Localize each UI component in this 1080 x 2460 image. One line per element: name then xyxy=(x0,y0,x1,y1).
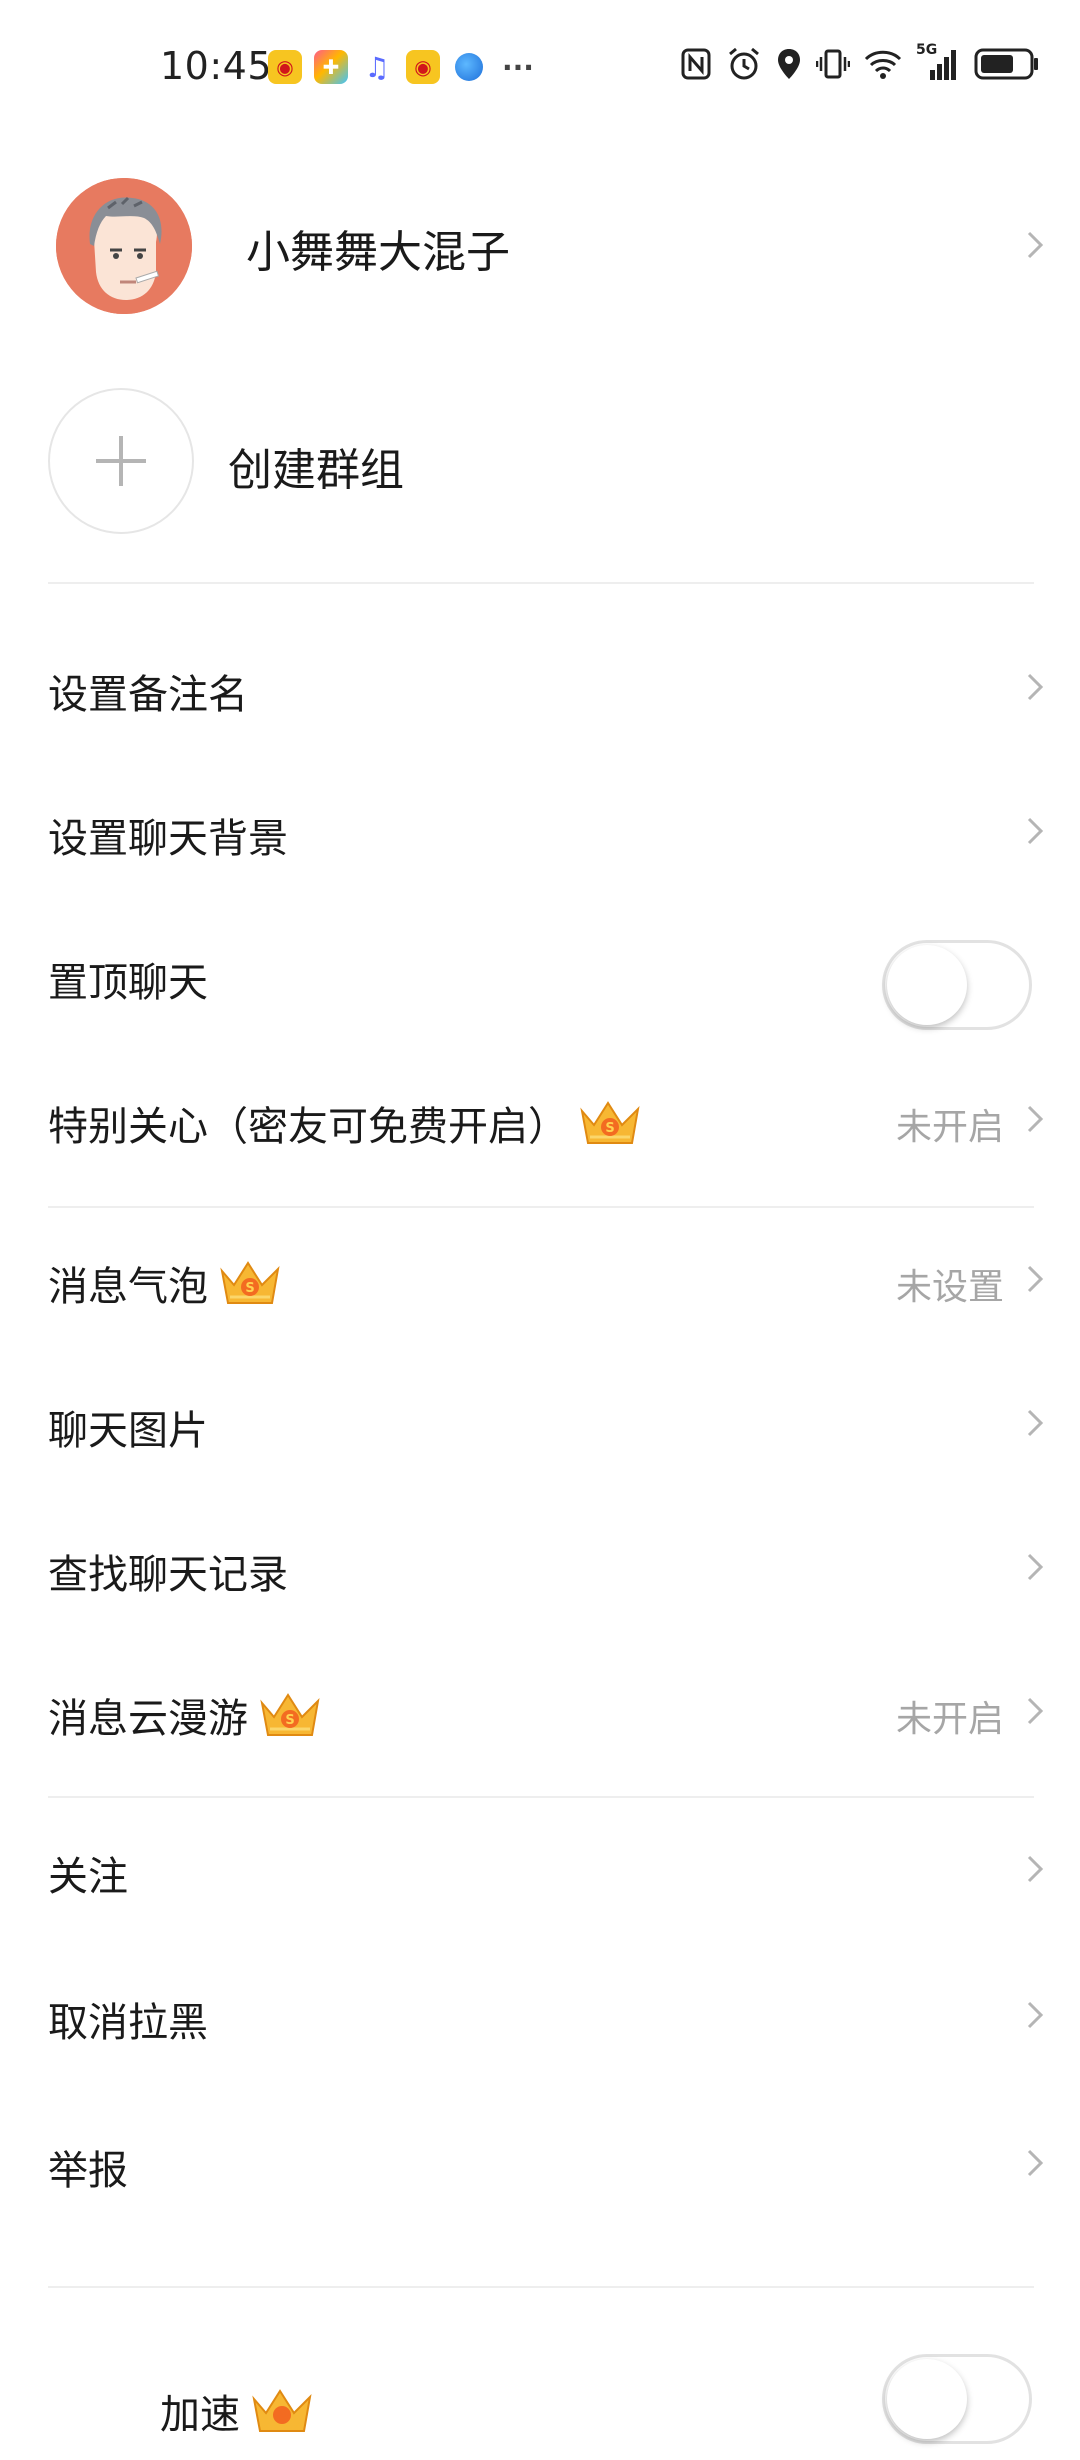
special-care-item[interactable]: 特别关心（密友可免费开启） S 未开启 xyxy=(0,1048,1080,1192)
partial-accelerate-label-wrap: 加速 xyxy=(160,2382,316,2440)
vip-crown-icon: S xyxy=(580,1101,640,1144)
weibo-icon: ◉ xyxy=(268,50,302,84)
partial-accelerate-item: 加速 xyxy=(0,2316,1080,2460)
special-care-label: 特别关心（密友可免费开启） xyxy=(48,1104,568,1150)
chevron-right-icon xyxy=(1027,231,1044,259)
cloud-roaming-item[interactable]: 消息云漫游 S 未开启 xyxy=(0,1640,1080,1784)
chevron-right-icon xyxy=(1027,1105,1044,1133)
create-group-row[interactable]: 创建群组 xyxy=(0,386,1080,536)
chevron-right-icon xyxy=(1027,1855,1044,1883)
avatar[interactable] xyxy=(56,178,192,314)
message-bubble-status: 未设置 xyxy=(895,1267,1004,1308)
browser-icon xyxy=(452,50,486,84)
weibo-icon: ◉ xyxy=(406,50,440,84)
system-icons: 5G xyxy=(680,42,1040,82)
search-history-label: 查找聊天记录 xyxy=(48,1552,288,1598)
status-bar: 10:45 ◉ ✚ ♫ ◉ ··· 5G xyxy=(0,0,1080,136)
remark-name-label: 设置备注名 xyxy=(48,672,248,718)
vip-crown-icon xyxy=(252,2389,312,2432)
special-care-label-wrap: 特别关心（密友可免费开启） S xyxy=(48,1094,644,1152)
cloud-roaming-label: 消息云漫游 xyxy=(48,1696,248,1742)
message-bubble-label: 消息气泡 xyxy=(48,1264,208,1310)
signal-icon xyxy=(930,50,956,80)
remark-name-item[interactable]: 设置备注名 xyxy=(0,616,1080,760)
chat-background-label: 设置聊天背景 xyxy=(48,816,288,862)
search-history-item[interactable]: 查找聊天记录 xyxy=(0,1496,1080,1640)
divider xyxy=(48,582,1034,584)
alarm-icon xyxy=(729,47,759,80)
report-label: 举报 xyxy=(48,2148,128,2194)
toggle-knob xyxy=(887,2359,967,2439)
pin-chat-label: 置顶聊天 xyxy=(48,960,208,1006)
unblock-item[interactable]: 取消拉黑 xyxy=(0,1944,1080,2088)
chat-images-label: 聊天图片 xyxy=(48,1408,208,1454)
chevron-right-icon xyxy=(1027,1265,1044,1293)
pin-chat-item: 置顶聊天 xyxy=(0,904,1080,1048)
unblock-label: 取消拉黑 xyxy=(48,2000,208,2046)
profile-row[interactable]: 小舞舞大混子 xyxy=(0,170,1080,320)
pin-chat-toggle[interactable] xyxy=(882,940,1032,1030)
cloud-roaming-label-wrap: 消息云漫游 S xyxy=(48,1686,324,1744)
vip-crown-icon: S xyxy=(220,1261,280,1304)
profile-name: 小舞舞大混子 xyxy=(246,227,510,278)
more-notifications-icon: ··· xyxy=(502,50,534,84)
wifi-icon xyxy=(864,50,902,79)
create-group-label: 创建群组 xyxy=(228,445,404,496)
status-time: 10:45 xyxy=(160,44,273,88)
special-care-status: 未开启 xyxy=(895,1107,1004,1148)
nfc-icon xyxy=(681,48,711,80)
chevron-right-icon xyxy=(1027,817,1044,845)
chat-images-item[interactable]: 聊天图片 xyxy=(0,1352,1080,1496)
chevron-right-icon xyxy=(1027,2001,1044,2029)
message-bubble-label-wrap: 消息气泡 S xyxy=(48,1254,284,1312)
cloud-roaming-status: 未开启 xyxy=(895,1699,1004,1740)
toggle-knob xyxy=(887,945,967,1025)
notification-icons: ◉ ✚ ♫ ◉ ··· xyxy=(268,50,538,84)
report-item[interactable]: 举报 xyxy=(0,2092,1080,2236)
create-group-button[interactable] xyxy=(48,388,194,534)
battery-icon xyxy=(974,48,1038,80)
follow-item[interactable]: 关注 xyxy=(0,1798,1080,1942)
signal-group: 5G xyxy=(916,42,960,82)
svg-text:S: S xyxy=(285,1713,294,1728)
vip-crown-icon: S xyxy=(260,1693,320,1736)
svg-text:S: S xyxy=(605,1121,614,1136)
plus-icon xyxy=(96,436,146,486)
chevron-right-icon xyxy=(1027,1409,1044,1437)
chevron-right-icon xyxy=(1027,1553,1044,1581)
divider xyxy=(48,2286,1034,2288)
follow-label: 关注 xyxy=(48,1854,128,1900)
chevron-right-icon xyxy=(1027,2149,1044,2177)
vibrate-icon xyxy=(816,49,850,79)
location-icon xyxy=(778,49,800,79)
music-icon: ♫ xyxy=(364,50,390,84)
accelerate-toggle[interactable] xyxy=(882,2354,1032,2444)
message-bubble-item[interactable]: 消息气泡 S 未设置 xyxy=(0,1208,1080,1352)
accelerate-label: 加速 xyxy=(160,2392,240,2438)
chevron-right-icon xyxy=(1027,1697,1044,1725)
chevron-right-icon xyxy=(1027,673,1044,701)
svg-text:S: S xyxy=(245,1281,254,1296)
app-icon: ✚ xyxy=(314,50,348,84)
chat-background-item[interactable]: 设置聊天背景 xyxy=(0,760,1080,904)
